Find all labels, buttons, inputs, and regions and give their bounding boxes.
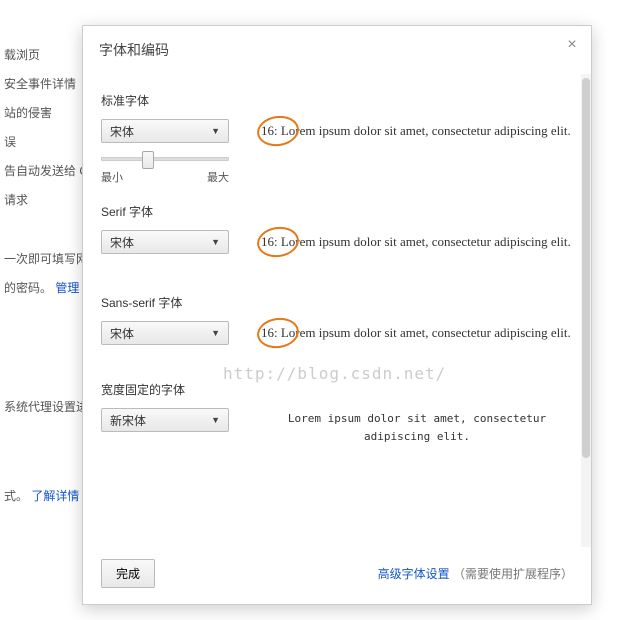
scrollbar-thumb[interactable] — [582, 78, 590, 458]
slider-min-label: 最小 — [101, 169, 123, 185]
modal-header: 字体和编码 × — [83, 26, 591, 74]
close-icon: × — [567, 36, 576, 53]
bg-item: 系统代理设置进 — [0, 392, 90, 421]
background-sidebar: 载浏页 安全事件详情 站的侵害 误 告自动发送给 G 请求 一次即可填写网 的密… — [0, 0, 90, 620]
section-title: Sans-serif 字体 — [101, 294, 573, 311]
bg-link[interactable]: 了解详情 — [31, 489, 79, 503]
bg-item: 安全事件详情 — [0, 69, 90, 98]
sans-serif-font-dropdown[interactable]: 宋体 ▼ — [101, 321, 229, 345]
font-size-slider[interactable]: 最小 最大 — [101, 157, 241, 185]
annotation-circle — [255, 224, 301, 260]
chevron-down-icon: ▼ — [211, 328, 220, 338]
advanced-font-settings-link[interactable]: 高级字体设置 — [378, 567, 450, 581]
bg-item: 请求 — [0, 185, 90, 214]
modal-title: 字体和编码 — [99, 42, 169, 58]
slider-thumb[interactable] — [142, 151, 154, 169]
bg-item: 告自动发送给 G — [0, 156, 90, 185]
scrollbar[interactable] — [581, 74, 591, 547]
footer-right: 高级字体设置 （需要使用扩展程序） — [378, 565, 573, 582]
annotation-circle — [255, 315, 301, 351]
sans-serif-font-preview: 16: Lorem ipsum dolor sit amet, consecte… — [261, 321, 573, 344]
bg-link[interactable]: 管理 — [55, 281, 79, 295]
bg-item: 误 — [0, 127, 90, 156]
chevron-down-icon: ▼ — [211, 126, 220, 136]
dropdown-value: 宋体 — [110, 234, 134, 251]
font-settings-modal: 字体和编码 × 标准字体 宋体 ▼ 最小 — [82, 25, 592, 605]
serif-font-dropdown[interactable]: 宋体 ▼ — [101, 230, 229, 254]
fixed-width-font-preview: Lorem ipsum dolor sit amet, consectetur … — [261, 408, 573, 445]
done-button[interactable]: 完成 — [101, 559, 155, 588]
serif-font-preview: 16: Lorem ipsum dolor sit amet, consecte… — [261, 230, 573, 253]
close-button[interactable]: × — [563, 36, 581, 54]
bg-item: 式。 了解详情 — [0, 481, 90, 510]
annotation-circle — [255, 113, 301, 149]
dropdown-value: 新宋体 — [110, 412, 146, 429]
bg-item: 一次即可填写网 — [0, 244, 90, 273]
slider-labels: 最小 最大 — [101, 169, 229, 185]
section-serif-font: Serif 字体 宋体 ▼ 16: Lorem ipsum dolor sit … — [101, 203, 573, 254]
section-title: Serif 字体 — [101, 203, 573, 220]
modal-body: 标准字体 宋体 ▼ 最小 最大 — [83, 74, 591, 547]
slider-max-label: 最大 — [207, 169, 229, 185]
section-title: 标准字体 — [101, 92, 573, 109]
dropdown-value: 宋体 — [110, 123, 134, 140]
bg-item: 的密码。 管理 — [0, 273, 90, 302]
chevron-down-icon: ▼ — [211, 237, 220, 247]
section-title: 宽度固定的字体 — [101, 381, 573, 398]
bg-item: 载浏页 — [0, 40, 90, 69]
modal-footer: 完成 高级字体设置 （需要使用扩展程序） — [83, 547, 591, 604]
section-standard-font: 标准字体 宋体 ▼ 最小 最大 — [101, 92, 573, 185]
slider-track — [101, 157, 229, 161]
bg-item: 站的侵害 — [0, 98, 90, 127]
section-fixed-width-font: 宽度固定的字体 新宋体 ▼ Lorem ipsum dolor sit amet… — [101, 381, 573, 445]
standard-font-preview: 16: Lorem ipsum dolor sit amet, consecte… — [261, 119, 573, 142]
chevron-down-icon: ▼ — [211, 415, 220, 425]
standard-font-dropdown[interactable]: 宋体 ▼ — [101, 119, 229, 143]
fixed-width-font-dropdown[interactable]: 新宋体 ▼ — [101, 408, 229, 432]
footer-note: （需要使用扩展程序） — [453, 567, 573, 581]
section-sans-serif-font: Sans-serif 字体 宋体 ▼ 16: Lorem ipsum dolor… — [101, 294, 573, 345]
dropdown-value: 宋体 — [110, 325, 134, 342]
